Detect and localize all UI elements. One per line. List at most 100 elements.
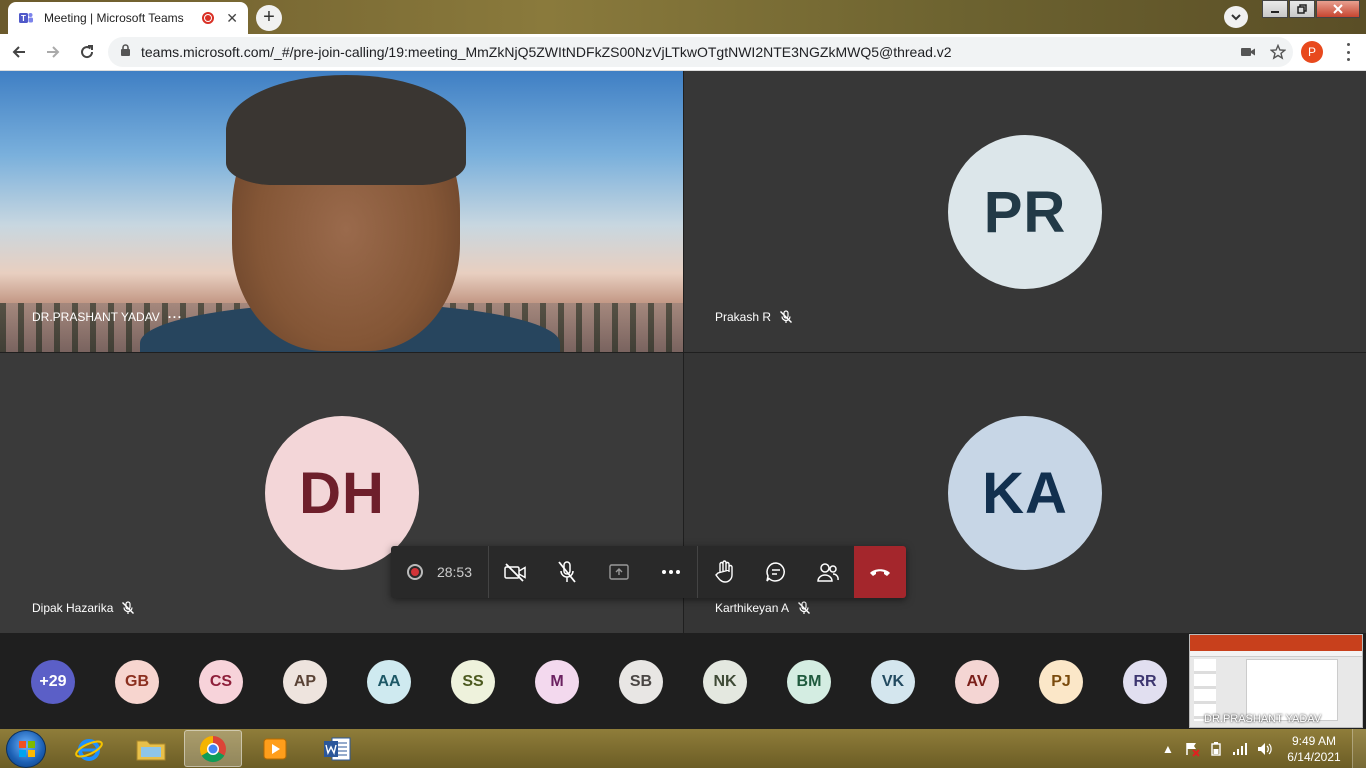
recording-icon [406,564,423,580]
chat-button[interactable] [750,546,802,598]
profile-avatar[interactable]: P [1301,41,1323,63]
call-duration: 28:53 [436,564,473,580]
forward-button[interactable] [38,37,68,67]
tab-title: Meeting | Microsoft Teams [44,11,184,25]
more-actions-button[interactable] [645,546,697,598]
mic-off-icon [798,601,811,614]
volume-icon[interactable] [1252,737,1276,761]
share-screen-button[interactable] [593,546,645,598]
participant-avatar: PR [948,135,1102,289]
participant-chip[interactable]: M [535,660,579,704]
more-options-icon[interactable]: ··· [168,310,183,324]
chrome-icon [199,735,226,762]
chevron-down-icon [1231,14,1241,21]
restore-icon [1297,4,1307,14]
video-tile-prashant[interactable]: DR.PRASHANT YADAV ··· [0,71,683,352]
participants-button[interactable] [802,546,854,598]
menu-dot [1346,43,1350,46]
tab-close-icon[interactable]: ✕ [226,10,238,27]
close-icon [1333,4,1343,14]
network-signal-icon[interactable] [1228,737,1252,761]
system-clock[interactable]: 9:49 AM 6/14/2021 [1276,733,1352,765]
action-center-flag-icon[interactable] [1180,737,1204,761]
clock-time: 9:49 AM [1291,733,1337,748]
taskbar-internet-explorer[interactable] [60,730,118,767]
video-tile-prakash[interactable]: PR Prakash R [684,71,1366,352]
teams-icon: T [18,10,34,26]
avatar-initials: KA [982,460,1068,526]
participant-chip[interactable]: +29 [31,660,75,704]
minimize-button[interactable] [1262,0,1288,18]
word-icon [324,737,351,760]
participant-name: Prakash R [715,310,772,324]
browser-tab[interactable]: T Meeting | Microsoft Teams ✕ [8,2,248,34]
camera-permission-button[interactable] [1233,46,1263,58]
window-controls [1261,0,1360,18]
back-button[interactable] [4,37,34,67]
participant-chip[interactable]: SB [619,660,663,704]
meeting-stage: DR.PRASHANT YADAV ··· PR Prakash R DH Di… [0,71,1366,633]
camera-toggle-button[interactable] [489,546,541,598]
participant-name-label: DR.PRASHANT YADAV ··· [32,310,183,324]
participant-chip[interactable]: GB [115,660,159,704]
avatar-initials: DH [299,460,385,526]
participant-chip[interactable]: AA [367,660,411,704]
screen: T Meeting | Microsoft Teams ✕ + teams.mi… [0,0,1366,768]
chat-icon [766,562,785,582]
browser-tab-bar: T Meeting | Microsoft Teams ✕ + [0,0,1366,34]
people-icon [817,563,839,582]
taskbar-file-explorer[interactable] [122,730,180,767]
leave-call-button[interactable] [854,546,906,598]
participant-chip[interactable]: PJ [1039,660,1083,704]
preview-titlebar [1190,635,1362,651]
hang-up-icon [870,569,890,576]
battery-icon[interactable] [1204,737,1228,761]
windows-logo-icon [19,741,35,757]
start-button[interactable] [6,730,46,768]
recording-indicator-icon [202,12,215,24]
participant-chip[interactable]: BM [787,660,831,704]
close-window-button[interactable] [1316,0,1360,18]
participant-name: DR.PRASHANT YADAV [32,310,160,324]
participant-name-label: Prakash R [715,310,793,324]
new-tab-button[interactable]: + [256,5,282,31]
participant-name-label: Dipak Hazarika [32,601,135,615]
show-hidden-icons-button[interactable]: ▲ [1156,737,1180,761]
clock-date: 6/14/2021 [1287,749,1341,764]
star-icon [1270,44,1286,60]
participant-chip[interactable]: RR [1123,660,1167,704]
reload-button[interactable] [72,37,102,67]
more-icon [662,570,680,574]
bookmark-button[interactable] [1263,44,1293,60]
screen-share-preview[interactable]: DR.PRASHANT YADAV [1189,634,1363,728]
restore-button[interactable] [1289,0,1315,18]
media-player-icon [263,738,287,759]
taskbar-word[interactable] [308,730,366,767]
url-text: teams.microsoft.com/_#/pre-join-calling/… [141,44,952,60]
raise-hand-button[interactable] [698,546,750,598]
browser-menu-button[interactable] [1342,43,1354,61]
participant-chip[interactable]: CS [199,660,243,704]
participant-chip[interactable]: AV [955,660,999,704]
mic-toggle-button[interactable] [541,546,593,598]
tab-search-button[interactable] [1224,6,1248,28]
windows-taskbar: ▲ 9:49 AM 6/14/2021 [0,729,1366,768]
participant-chip[interactable]: VK [871,660,915,704]
mic-off-icon [122,601,135,614]
address-bar[interactable]: teams.microsoft.com/_#/pre-join-calling/… [108,37,1293,67]
participant-chip[interactable]: SS [451,660,495,704]
participant-chip[interactable]: AP [283,660,327,704]
lock-icon[interactable] [120,44,131,60]
camera-off-icon [504,563,526,582]
taskbar-media-player[interactable] [246,730,304,767]
avatar-initials: PR [983,179,1067,245]
camera-icon [1241,48,1255,56]
taskbar-chrome[interactable] [184,730,242,767]
preview-slide-thumbnails [1194,659,1216,721]
participant-strip: +29 GB CS AP AA SS M SB NK BM VK AV PJ RR DR.PRASHANT … [0,633,1366,729]
show-desktop-button[interactable] [1352,729,1366,768]
preview-slide [1246,659,1338,721]
menu-dot [1346,58,1350,61]
participant-chip[interactable]: NK [703,660,747,704]
call-controls-bar: 28:53 [391,546,906,598]
